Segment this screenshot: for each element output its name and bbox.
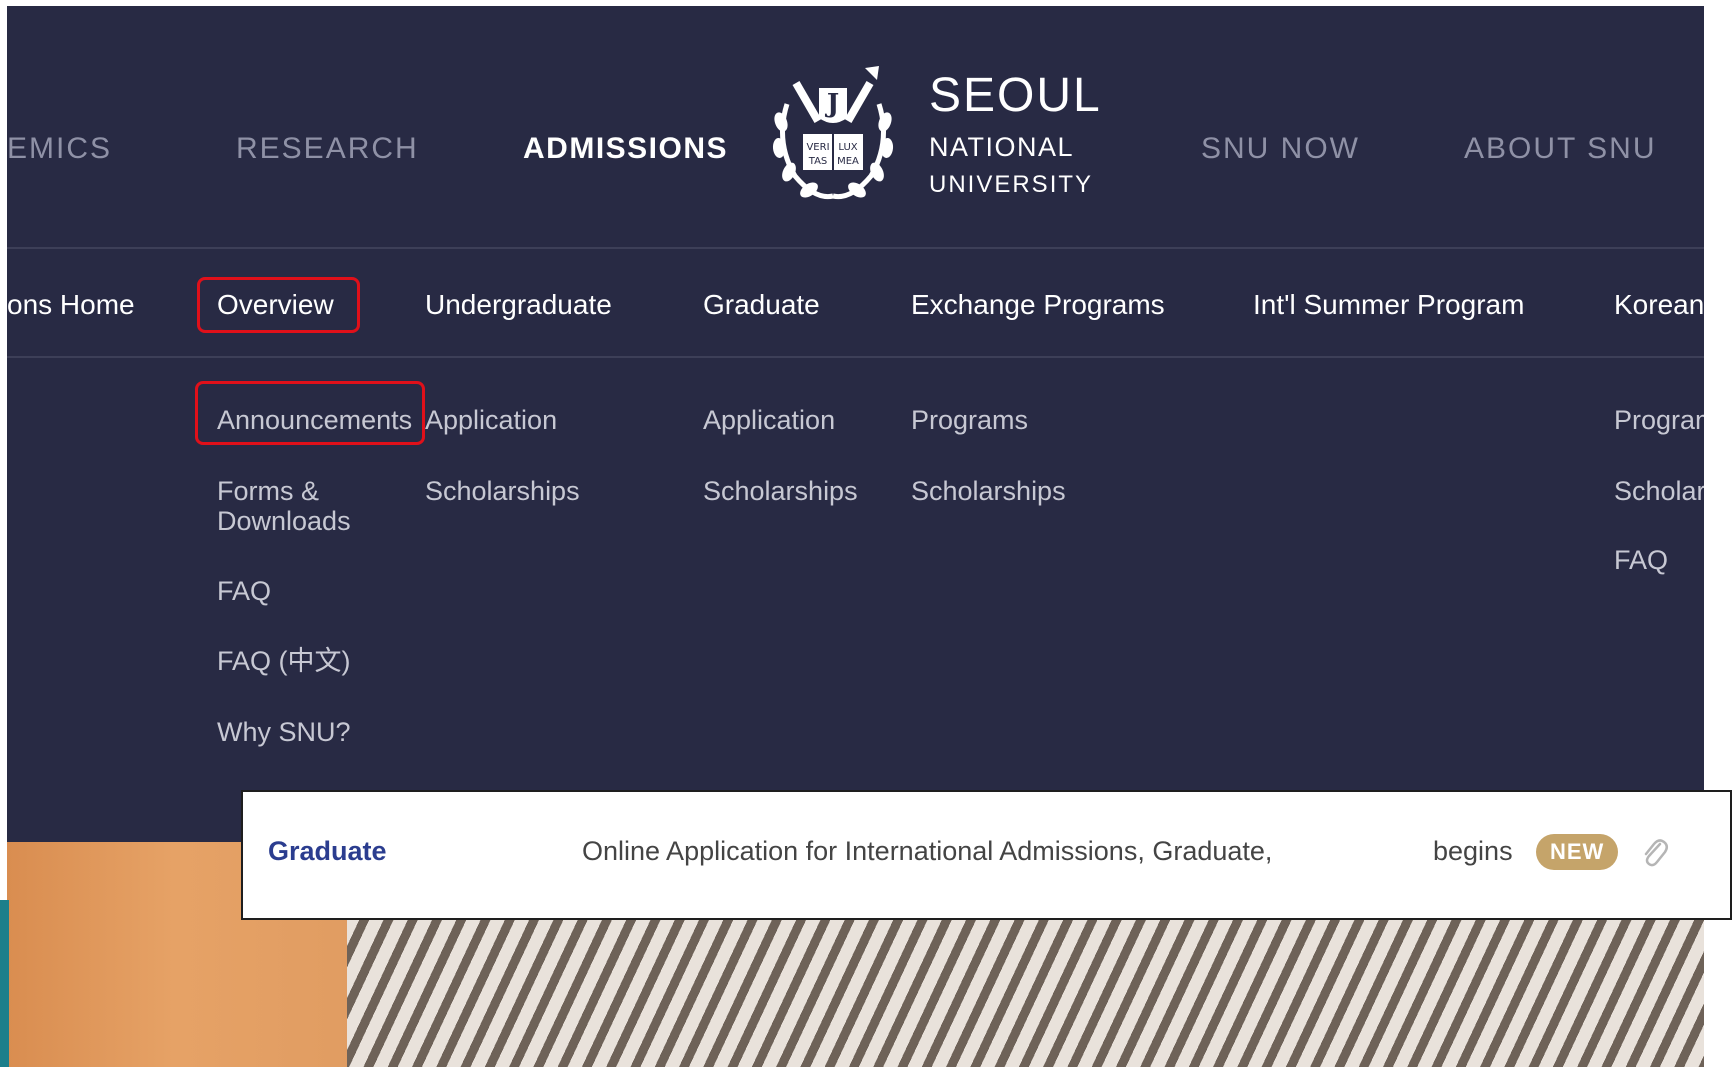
highlight-overview [197, 277, 360, 333]
dd-overview-faq-chinese[interactable]: FAQ (中文) [217, 646, 351, 676]
subnav-divider [7, 356, 1704, 358]
nav-research[interactable]: RESEARCH [236, 132, 419, 166]
notice-category[interactable]: Graduate [268, 836, 387, 867]
subnav-intl-summer-program[interactable]: Int'l Summer Program [1253, 289, 1524, 321]
subnav-exchange-programs[interactable]: Exchange Programs [911, 289, 1165, 321]
subnav-admissions-home[interactable]: ons Home [7, 289, 135, 321]
nav-academics[interactable]: EMICS [7, 132, 112, 166]
paperclip-icon[interactable] [1641, 836, 1669, 870]
dd-graduate-application[interactable]: Application [703, 405, 835, 435]
dd-exchange-programs[interactable]: Programs [911, 405, 1028, 435]
dd-korean-programs[interactable]: Program [1614, 405, 1704, 435]
dd-korean-faq[interactable]: FAQ [1614, 545, 1668, 575]
emblem-text-1: VERI [806, 142, 829, 153]
new-badge: NEW [1536, 834, 1619, 870]
emblem-text-3: TAS [808, 156, 828, 167]
dd-graduate-scholarships[interactable]: Scholarships [703, 476, 858, 506]
highlight-announcements [195, 381, 425, 445]
logo-university: UNIVERSITY [929, 171, 1094, 198]
dd-overview-why-snu[interactable]: Why SNU? [217, 717, 351, 747]
emblem-text-2: LUX [838, 142, 857, 153]
left-edge-accent [0, 900, 9, 1067]
subnav-korean[interactable]: Korean [1614, 289, 1704, 321]
notice-title-suffix[interactable]: begins [1433, 836, 1513, 867]
dd-exchange-scholarships[interactable]: Scholarships [911, 476, 1066, 506]
dd-forms-line2: Downloads [217, 506, 351, 536]
header-divider [7, 247, 1704, 249]
dd-overview-faq[interactable]: FAQ [217, 576, 271, 606]
subnav-undergraduate[interactable]: Undergraduate [425, 289, 612, 321]
logo-seoul: SEOUL [929, 69, 1102, 122]
nav-about-snu[interactable]: ABOUT SNU [1464, 132, 1656, 166]
dd-overview-forms-downloads[interactable]: Forms & Downloads [217, 476, 351, 536]
dd-undergraduate-application[interactable]: Application [425, 405, 557, 435]
svg-text:J: J [825, 89, 839, 119]
snu-emblem-icon: J VERI LUX TAS MEA [772, 66, 894, 200]
dd-korean-scholarships[interactable]: Scholar [1614, 476, 1704, 506]
emblem-text-4: MEA [837, 156, 859, 167]
dd-forms-line1: Forms & [217, 476, 320, 506]
logo-wordmark: SEOUL NATIONAL UNIVERSITY [929, 72, 1102, 197]
notice-title[interactable]: Online Application for International Adm… [582, 836, 1537, 867]
nav-snu-now[interactable]: SNU NOW [1201, 132, 1360, 166]
logo-national: NATIONAL [929, 132, 1075, 162]
dd-undergraduate-scholarships[interactable]: Scholarships [425, 476, 580, 506]
subnav-graduate[interactable]: Graduate [703, 289, 820, 321]
announcement-notice[interactable]: Graduate Online Application for Internat… [241, 790, 1732, 920]
nav-admissions[interactable]: ADMISSIONS [523, 132, 728, 166]
snu-logo[interactable]: J VERI LUX TAS MEA SEOUL NATIONAL UNIVER… [767, 64, 1100, 204]
